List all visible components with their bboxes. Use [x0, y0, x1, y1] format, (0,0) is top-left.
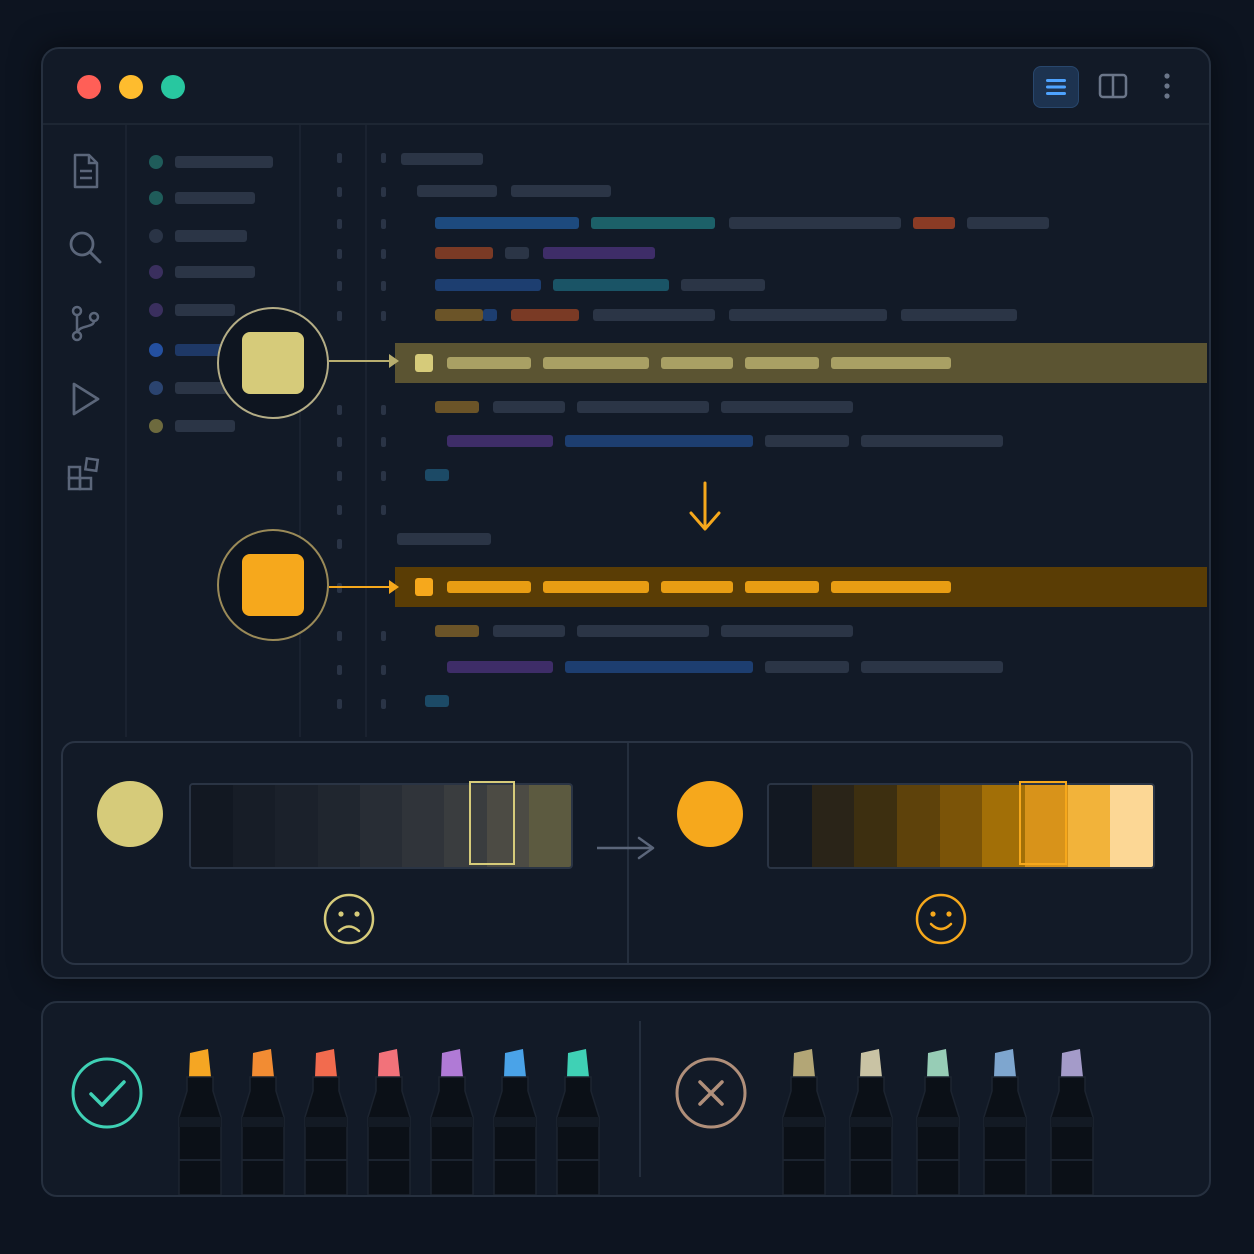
source-control-icon[interactable]: [65, 303, 105, 343]
ramp-step[interactable]: [811, 785, 855, 867]
after-color-ramp[interactable]: [767, 783, 1155, 869]
more-options-button[interactable]: [1145, 66, 1189, 106]
ramp-step[interactable]: [359, 785, 403, 867]
arrow-right-icon: [597, 836, 655, 860]
more-vertical-icon: [1164, 73, 1170, 99]
ramp-step[interactable]: [769, 785, 812, 867]
ramp-step[interactable]: [191, 785, 234, 867]
title-bar: [43, 49, 1209, 125]
highlighted-line-before[interactable]: [395, 343, 1207, 383]
explorer-item[interactable]: [149, 419, 289, 433]
explorer-item[interactable]: [149, 155, 289, 169]
color-swatch-after-bubble: [217, 529, 329, 641]
extensions-icon[interactable]: [65, 455, 105, 495]
minimize-window-button[interactable]: [119, 75, 143, 99]
ramp-step[interactable]: [1067, 785, 1111, 867]
check-icon: [71, 1057, 143, 1129]
file-icon[interactable]: [65, 151, 105, 191]
ramp-step[interactable]: [275, 785, 318, 867]
explorer-item[interactable]: [149, 265, 289, 279]
maximize-window-button[interactable]: [161, 75, 185, 99]
explorer-item[interactable]: [149, 191, 289, 205]
highlighter-marker: [775, 1047, 833, 1196]
code-editor[interactable]: [301, 125, 1207, 737]
run-icon[interactable]: [65, 379, 105, 419]
highlighter-marker: [1043, 1047, 1101, 1196]
highlighter-marker: [360, 1047, 418, 1196]
ramp-step[interactable]: [1110, 785, 1153, 867]
ramp-step[interactable]: [233, 785, 276, 867]
ramp-step[interactable]: [939, 785, 983, 867]
after-ramp-selection[interactable]: [1019, 781, 1067, 865]
x-icon: [675, 1057, 747, 1129]
split-view-icon: [1098, 73, 1128, 99]
ramp-step[interactable]: [317, 785, 360, 867]
ramp-step[interactable]: [897, 785, 940, 867]
palette-comparison-panel: [61, 741, 1193, 965]
highlighter-marker: [234, 1047, 292, 1196]
color-swatch-before: [242, 332, 304, 394]
sad-face-icon: [323, 893, 375, 945]
highlighted-line-after[interactable]: [395, 567, 1207, 607]
arrow-down-icon: [689, 481, 721, 531]
list-view-button[interactable]: [1033, 66, 1079, 108]
highlighter-marker: [842, 1047, 900, 1196]
activity-bar: [43, 125, 127, 737]
highlighter-marker: [549, 1047, 607, 1196]
close-window-button[interactable]: [77, 75, 101, 99]
highlighter-marker: [423, 1047, 481, 1196]
highlighter-marker: [486, 1047, 544, 1196]
happy-face-icon: [915, 893, 967, 945]
list-icon: [1046, 79, 1066, 95]
highlighter-comparison-panel: [41, 1001, 1211, 1197]
highlighter-marker: [909, 1047, 967, 1196]
before-swatch-circle: [97, 781, 163, 847]
highlighter-marker: [297, 1047, 355, 1196]
split-view-button[interactable]: [1091, 66, 1135, 106]
explorer-item[interactable]: [149, 229, 289, 243]
color-swatch-before-bubble: [217, 307, 329, 419]
search-icon[interactable]: [65, 227, 105, 267]
connector-arrow-after-icon: [329, 580, 399, 594]
file-explorer: [127, 125, 301, 737]
editor-window: [41, 47, 1211, 979]
ramp-step[interactable]: [854, 785, 898, 867]
connector-arrow-before-icon: [329, 354, 399, 368]
highlighter-marker: [171, 1047, 229, 1196]
ramp-step[interactable]: [528, 785, 571, 867]
highlighter-marker: [976, 1047, 1034, 1196]
before-ramp-selection[interactable]: [469, 781, 515, 865]
color-swatch-after: [242, 554, 304, 616]
after-swatch-circle: [677, 781, 743, 847]
before-color-ramp[interactable]: [189, 783, 573, 869]
ramp-step[interactable]: [402, 785, 445, 867]
